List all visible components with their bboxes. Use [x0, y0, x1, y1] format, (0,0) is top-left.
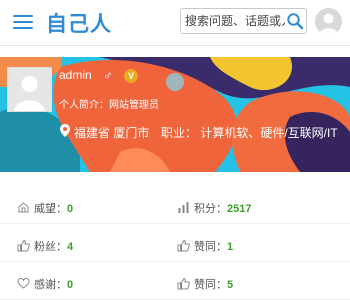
stat-value: 1 — [227, 241, 234, 253]
stat-value: 4 — [67, 241, 74, 253]
stat-value: 5 — [227, 279, 234, 291]
stats-row: 感谢：0 赞同：5 — [0, 269, 350, 300]
agree-icon — [177, 277, 190, 290]
menu-icon[interactable] — [13, 13, 33, 29]
stat-value: 0 — [67, 203, 74, 215]
banner-art — [0, 57, 350, 172]
thanks-icon — [17, 277, 30, 289]
stats-row: 粉丝：4 赞同：1 — [0, 231, 350, 262]
stats-panel: 威望：0 积分：2517 粉丝：4 赞同：1 感谢：0 赞同：5 — [0, 185, 350, 300]
search-box — [180, 8, 307, 34]
vip-badge-icon: V — [124, 69, 138, 83]
agree-icon — [177, 239, 190, 252]
profile-avatar[interactable] — [7, 67, 52, 112]
search-icon[interactable] — [286, 12, 304, 30]
profile-username[interactable]: admin — [59, 68, 92, 82]
stat-value: 0 — [67, 279, 74, 291]
default-avatar-icon — [8, 68, 51, 111]
stats-row: 威望：0 积分：2517 — [0, 193, 350, 224]
profile-job: 职业： 计算机软、硬件/互联网/IT — [161, 126, 338, 140]
site-logo[interactable]: 自己人 — [46, 8, 112, 38]
user-avatar[interactable] — [315, 8, 342, 35]
profile-banner — [0, 57, 350, 172]
stat-value: 2517 — [227, 203, 252, 215]
top-header: 自己人 — [0, 0, 350, 46]
fans-icon — [17, 239, 30, 252]
default-avatar-icon — [315, 8, 342, 35]
location-pin-icon — [60, 124, 70, 137]
search-input[interactable] — [185, 11, 285, 31]
male-gender-icon: ♂ — [103, 68, 113, 83]
profile-intro: 个人简介：网站管理员 — [59, 100, 159, 111]
profile-location: 福建省 厦门市 — [74, 126, 150, 140]
points-icon — [178, 202, 189, 213]
prestige-icon — [18, 202, 29, 213]
